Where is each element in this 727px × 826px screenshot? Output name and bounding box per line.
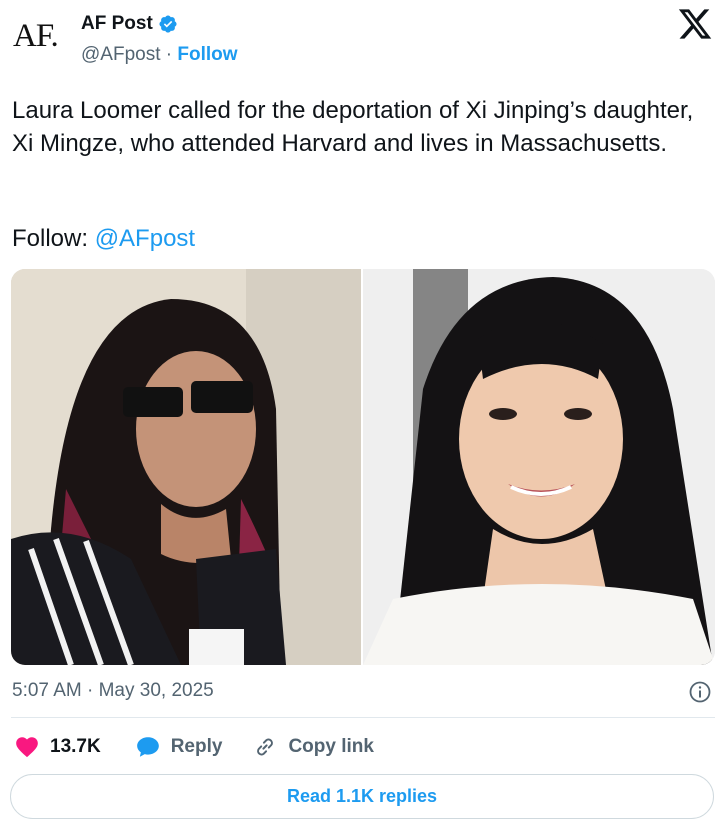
handle-row: @AFpost · Follow xyxy=(81,44,238,66)
account-handle[interactable]: @AFpost xyxy=(81,44,160,65)
follow-button[interactable]: Follow xyxy=(177,44,237,65)
heart-icon xyxy=(16,737,38,758)
speech-bubble-icon xyxy=(136,737,159,757)
like-button[interactable]: 13.7K xyxy=(14,734,101,760)
mention-link[interactable]: @AFpost xyxy=(95,225,195,252)
verified-badge-icon xyxy=(159,15,177,33)
smiling-young-woman-illustration xyxy=(363,269,715,665)
copy-link-button[interactable]: Copy link xyxy=(252,734,374,760)
tweet-header: AF. AF Post @AFpost · Follow xyxy=(0,0,727,80)
link-icon xyxy=(257,738,274,756)
reply-label: Reply xyxy=(170,736,223,757)
read-replies-button[interactable]: Read 1.1K replies xyxy=(10,774,714,819)
action-bar: 13.7K Reply Copy link xyxy=(14,732,374,762)
like-count: 13.7K xyxy=(50,736,101,757)
divider xyxy=(11,717,715,718)
avatar[interactable]: AF. xyxy=(13,18,59,55)
account-name[interactable]: AF Post xyxy=(81,13,153,35)
timestamp[interactable]: 5:07 AM · May 30, 2025 xyxy=(12,680,214,701)
woman-with-sunglasses-illustration xyxy=(11,269,361,665)
info-icon[interactable] xyxy=(688,680,712,704)
media-grid xyxy=(11,269,715,665)
tweet-text: Laura Loomer called for the deportation … xyxy=(12,97,694,157)
reply-button[interactable]: Reply xyxy=(135,734,223,760)
copy-link-label: Copy link xyxy=(288,736,374,757)
timestamp-row: 5:07 AM · May 30, 2025 xyxy=(12,680,712,704)
follow-line: Follow: @AFpost xyxy=(12,222,195,255)
follow-prefix: Follow: xyxy=(12,225,95,252)
name-row: AF Post xyxy=(81,13,178,35)
woman-with-sunglasses-photo[interactable] xyxy=(11,269,361,665)
smiling-young-woman-photo[interactable] xyxy=(363,269,715,665)
x-logo-icon[interactable] xyxy=(677,6,713,42)
separator: · xyxy=(160,44,178,65)
